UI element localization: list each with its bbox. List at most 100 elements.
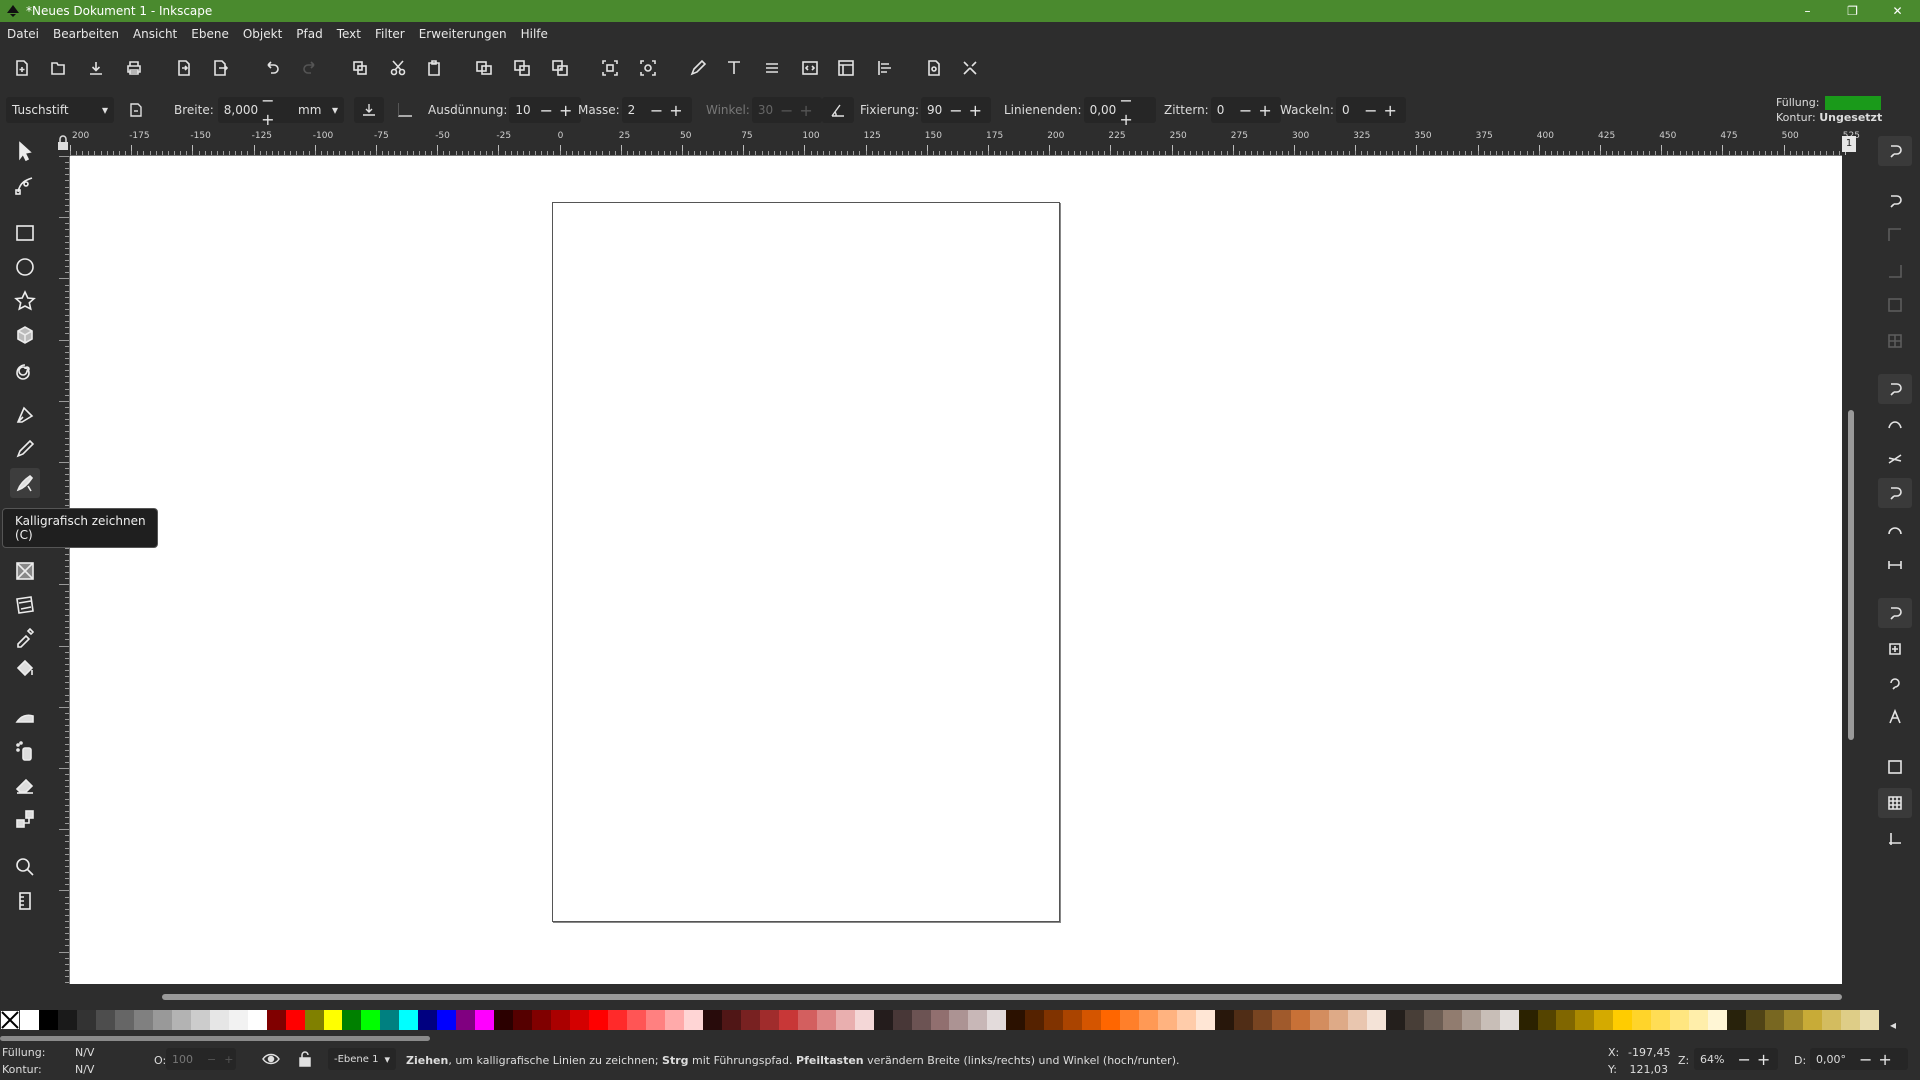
palette-swatch[interactable] — [1537, 1010, 1557, 1030]
palette-swatch[interactable] — [664, 1010, 684, 1030]
menu-erweiterungen[interactable]: Erweiterungen — [412, 27, 514, 41]
palette-swatch[interactable] — [76, 1010, 96, 1030]
palette-swatch[interactable] — [20, 1010, 39, 1030]
page-indicator-icon[interactable]: 1 — [1842, 136, 1856, 152]
palette-swatch[interactable] — [930, 1010, 950, 1030]
snap-object-centers-icon[interactable] — [1878, 634, 1912, 664]
rotate-ccw-button[interactable]: − — [1856, 1050, 1875, 1069]
palette-swatch[interactable] — [1841, 1010, 1860, 1030]
unlink-clone-icon[interactable] — [546, 54, 574, 82]
palette-swatch[interactable] — [1632, 1010, 1652, 1030]
palette-swatch[interactable] — [702, 1010, 722, 1030]
palette-swatch[interactable] — [57, 1010, 77, 1030]
palette-swatch[interactable] — [1404, 1010, 1424, 1030]
palette-swatch[interactable] — [247, 1010, 267, 1030]
snap-bbox-midpoints-icon[interactable] — [1878, 290, 1912, 320]
fill-stroke-icon[interactable] — [684, 54, 712, 82]
maximize-button[interactable]: ❐ — [1830, 0, 1875, 22]
measure-tool-icon[interactable] — [10, 886, 40, 916]
angle-decrement[interactable]: − — [777, 101, 796, 120]
rotation-field[interactable]: 0,00° − + — [1810, 1048, 1908, 1070]
palette-swatch[interactable] — [1499, 1010, 1519, 1030]
zoom-out-button[interactable]: − — [1734, 1050, 1753, 1069]
ungroup-icon[interactable] — [634, 54, 662, 82]
width-increment[interactable]: + — [258, 110, 277, 129]
snap-bbox-icon[interactable] — [1878, 186, 1912, 216]
ellipse-tool-icon[interactable] — [10, 252, 40, 282]
text-font-icon[interactable] — [720, 54, 748, 82]
menu-ansicht[interactable]: Ansicht — [126, 27, 184, 41]
zoom-field[interactable]: 64% − + — [1694, 1048, 1778, 1070]
palette-swatch[interactable] — [513, 1010, 533, 1030]
snap-bbox-centers-icon[interactable] — [1878, 326, 1912, 356]
snap-line-midpoints-icon[interactable] — [1878, 550, 1912, 580]
palette-swatch[interactable] — [589, 1010, 609, 1030]
menu-datei[interactable]: Datei — [0, 27, 46, 41]
palette-swatch[interactable] — [1613, 1010, 1633, 1030]
snap-page-border-icon[interactable] — [1878, 752, 1912, 782]
palette-swatch[interactable] — [778, 1010, 798, 1030]
eraser-tool-icon[interactable] — [10, 770, 40, 800]
palette-swatch[interactable] — [1120, 1010, 1140, 1030]
palette-swatch[interactable] — [418, 1010, 438, 1030]
snap-smooth-nodes-icon[interactable] — [1878, 516, 1912, 546]
export-icon[interactable] — [206, 54, 234, 82]
wiggle-decrement[interactable]: − — [1361, 101, 1380, 120]
snap-grids-icon[interactable] — [1878, 788, 1912, 818]
star-tool-icon[interactable] — [10, 286, 40, 316]
palette-swatch[interactable] — [645, 1010, 665, 1030]
palette-swatch[interactable] — [740, 1010, 760, 1030]
palette-swatch[interactable] — [551, 1010, 571, 1030]
objects-icon[interactable] — [832, 54, 860, 82]
clone-icon[interactable] — [508, 54, 536, 82]
tremor-increment[interactable]: + — [1255, 101, 1274, 120]
3d-box-tool-icon[interactable] — [10, 320, 40, 350]
palette-swatch[interactable] — [38, 1010, 58, 1030]
snap-cusp-nodes-icon[interactable] — [1878, 478, 1912, 508]
palette-swatch[interactable] — [1234, 1010, 1253, 1030]
mass-decrement[interactable]: − — [647, 101, 666, 120]
bezier-pen-tool-icon[interactable] — [10, 400, 40, 430]
mass-increment[interactable]: + — [666, 101, 685, 120]
tweak-tool-icon[interactable] — [10, 702, 40, 732]
document-page[interactable] — [552, 202, 1060, 922]
palette-swatch[interactable] — [1309, 1010, 1329, 1030]
palette-swatch[interactable] — [1025, 1010, 1045, 1030]
palette-swatch[interactable] — [911, 1010, 931, 1030]
palette-swatch[interactable] — [759, 1010, 779, 1030]
palette-swatch[interactable] — [95, 1010, 115, 1030]
palette-swatch[interactable] — [342, 1010, 362, 1030]
palette-swatch[interactable] — [608, 1010, 627, 1030]
palette-swatch[interactable] — [361, 1010, 381, 1030]
layer-select[interactable]: -Ebene 1 ▾ — [328, 1048, 396, 1070]
rotate-cw-button[interactable]: + — [1875, 1050, 1894, 1069]
copy-icon[interactable] — [346, 54, 374, 82]
new-document-icon[interactable] — [8, 54, 36, 82]
snap-nodes-icon[interactable] — [1878, 374, 1912, 404]
dropper-tool-icon[interactable] — [10, 622, 40, 652]
palette-swatch[interactable] — [266, 1010, 286, 1030]
calligraphy-tool-icon[interactable] — [10, 468, 40, 498]
palette-scroll-left-icon[interactable]: ◂ — [1890, 1018, 1896, 1032]
open-document-icon[interactable] — [44, 54, 72, 82]
paste-icon[interactable] — [420, 54, 448, 82]
palette-swatch[interactable] — [1366, 1010, 1386, 1030]
width-decrement[interactable]: − — [258, 91, 277, 110]
palette-swatch[interactable] — [532, 1010, 552, 1030]
snap-rotation-centers-icon[interactable] — [1878, 668, 1912, 698]
palette-swatch[interactable] — [987, 1010, 1007, 1030]
close-button[interactable]: ✕ — [1875, 0, 1920, 22]
palette-swatch[interactable] — [1651, 1010, 1671, 1030]
fixation-field[interactable]: 90− + — [921, 97, 991, 123]
palette-swatch[interactable] — [456, 1010, 476, 1030]
lock-guides-icon[interactable] — [56, 132, 70, 154]
palette-swatch[interactable] — [1101, 1010, 1121, 1030]
palette-swatch[interactable] — [968, 1010, 988, 1030]
thinning-decrement[interactable]: − — [537, 101, 556, 120]
palette-swatch[interactable] — [1518, 1010, 1538, 1030]
palette-swatch[interactable] — [152, 1010, 172, 1030]
palette-swatch[interactable] — [1556, 1010, 1576, 1030]
palette-swatch[interactable] — [437, 1010, 457, 1030]
status-fill-value[interactable]: N/V — [75, 1046, 94, 1059]
palette-swatch[interactable] — [835, 1010, 855, 1030]
